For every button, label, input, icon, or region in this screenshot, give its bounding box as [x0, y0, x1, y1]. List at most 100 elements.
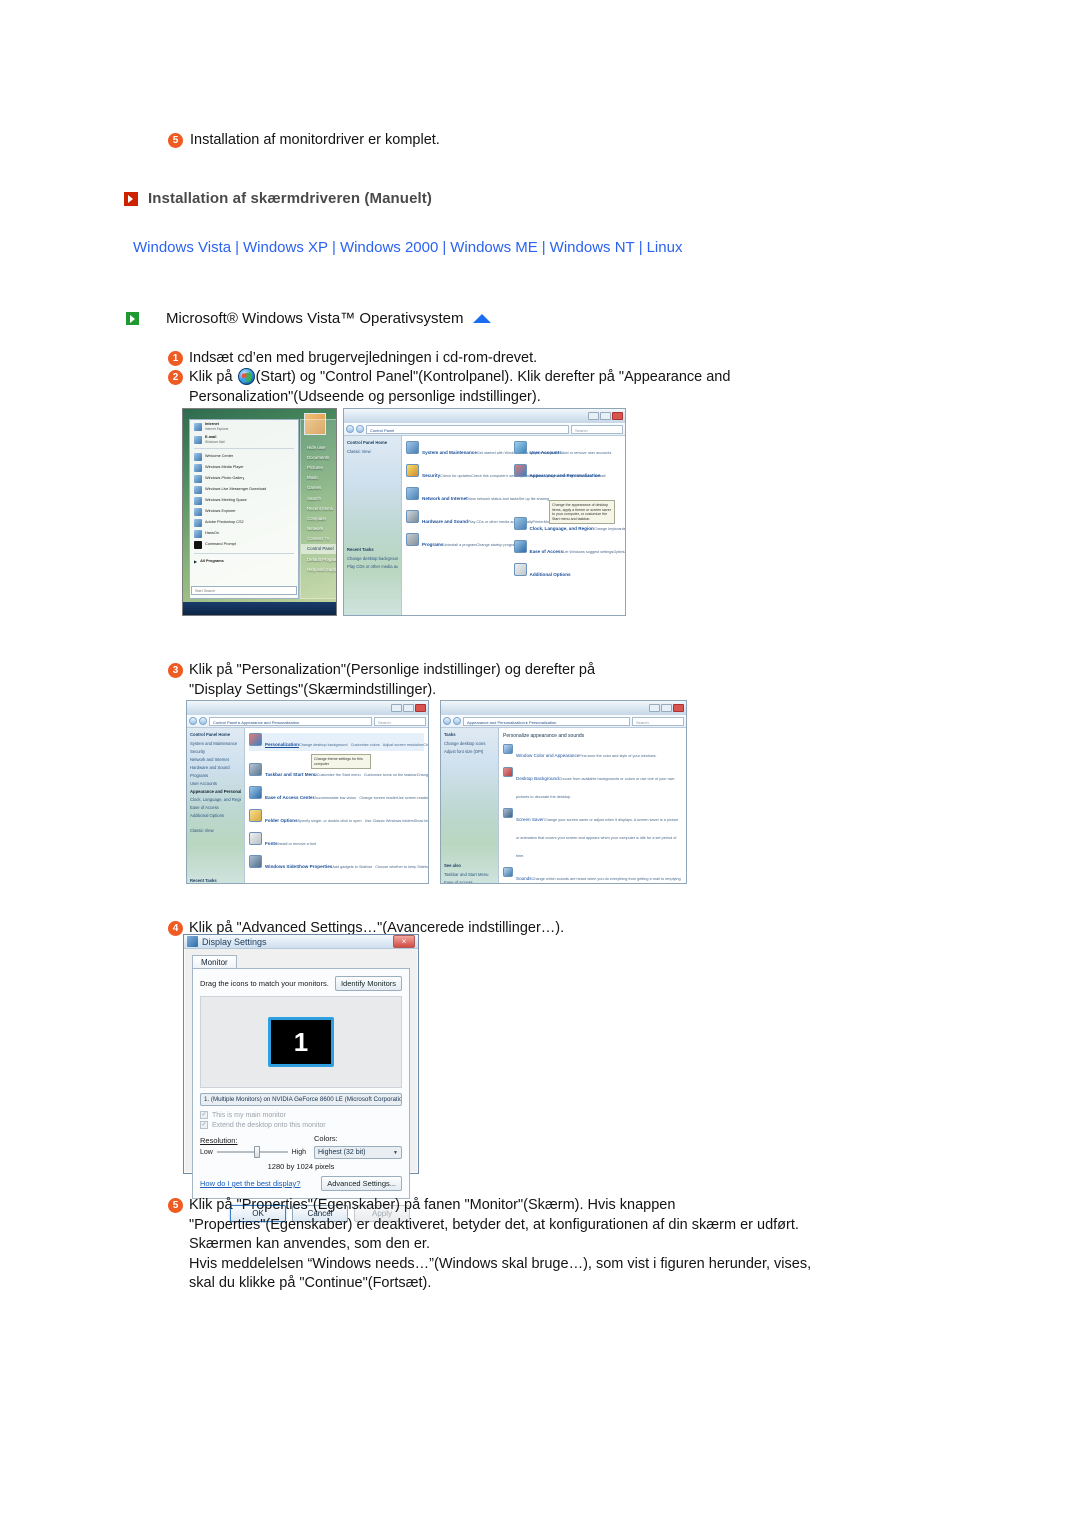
start-right-item-documents[interactable]: Documents: [301, 452, 336, 462]
start-right-item-network[interactable]: Network: [301, 524, 336, 534]
nav-item-clock-language-region[interactable]: Clock, Language, and Region: [190, 797, 241, 804]
back-button[interactable]: [443, 717, 451, 725]
category-personalization[interactable]: PersonalizationChange desktop background…: [249, 733, 428, 751]
breadcrumb[interactable]: Appearance and Personalization ▸ Persona…: [463, 716, 630, 726]
nav-item-network-and-internet[interactable]: Network and Internet: [190, 757, 241, 764]
os-nav-links[interactable]: Windows Vista | Windows XP | Windows 2000 | Wi…: [133, 239, 682, 256]
start-right-item-computer[interactable]: Computer: [301, 513, 336, 523]
close-button[interactable]: [415, 704, 426, 712]
task-adjust-font-size[interactable]: Adjust font size (DPI): [444, 749, 495, 756]
nav-item-classic-view[interactable]: Classic View: [347, 449, 398, 456]
forward-button[interactable]: [453, 717, 461, 725]
search-input[interactable]: Search: [632, 716, 684, 726]
display-adapter-select[interactable]: 1. (Multiple Monitors) on NVIDIA GeForce…: [200, 1093, 402, 1106]
identify-monitors-button[interactable]: Identify Monitors: [334, 976, 402, 991]
os-link-linux[interactable]: Linux: [647, 239, 683, 256]
personalization-item-sounds[interactable]: SoundsChange which sounds are heard when…: [503, 867, 682, 883]
task-change-desktop-icons[interactable]: Change desktop icons: [444, 741, 495, 748]
nav-item-ease-of-access[interactable]: Ease of Access: [190, 805, 241, 812]
maximize-button[interactable]: [403, 704, 414, 712]
start-menu-item[interactable]: Windows Meeting Space: [190, 495, 298, 506]
start-right-item-hide-user[interactable]: Hide user: [301, 442, 336, 452]
os-link-windows-me[interactable]: Windows ME: [450, 239, 538, 256]
search-input[interactable]: Search: [571, 424, 623, 434]
category-appearance-and-personalization[interactable]: Appearance and Personalization: [513, 464, 619, 482]
best-display-help-link[interactable]: How do I get the best display?: [200, 1179, 300, 1188]
category-user-accounts[interactable]: User AccountsAdd or remove user accounts: [513, 441, 619, 459]
personalization-item-desktop-background[interactable]: Desktop BackgroundChoose from available …: [503, 767, 682, 803]
category-ease-of-access-center[interactable]: Ease of Access CenterAccommodate low vis…: [249, 786, 428, 804]
close-icon[interactable]: ×: [393, 935, 415, 948]
checkbox-extend-desktop[interactable]: ✓ Extend the desktop onto this monitor: [200, 1121, 402, 1129]
slider-thumb[interactable]: [254, 1146, 261, 1158]
category-network-and-internet[interactable]: Network and InternetView network status …: [406, 487, 549, 505]
nav-item-user-accounts[interactable]: User Accounts: [190, 781, 241, 788]
back-button[interactable]: [189, 717, 197, 725]
breadcrumb[interactable]: Control Panel ▸ Appearance and Personali…: [209, 716, 372, 726]
monitor-1-thumbnail[interactable]: 1: [268, 1017, 334, 1067]
minimize-button[interactable]: [391, 704, 402, 712]
recent-task-item[interactable]: Play CDs or other media automatically: [347, 564, 398, 571]
recent-task-item[interactable]: Change desktop background: [347, 556, 398, 563]
nav-item-appearance-and-personalization[interactable]: Appearance and Personalization: [190, 789, 241, 796]
see-also-item[interactable]: Ease of Access: [444, 880, 495, 883]
start-menu-item[interactable]: HansOn: [190, 528, 298, 539]
see-also-item[interactable]: Taskbar and Start Menu: [444, 872, 495, 879]
search-input[interactable]: Search: [374, 716, 426, 726]
os-link-windows-vista[interactable]: Windows Vista: [133, 239, 231, 256]
os-link-windows-2000[interactable]: Windows 2000: [340, 239, 438, 256]
monitor-preview-area[interactable]: 1: [200, 996, 402, 1088]
start-menu-item[interactable]: Windows Explorer: [190, 506, 298, 517]
start-right-item-music[interactable]: Music: [301, 473, 336, 483]
start-menu-item[interactable]: Windows Media Player: [190, 462, 298, 473]
nav-item-security[interactable]: Security: [190, 749, 241, 756]
nav-item-hardware-and-sound[interactable]: Hardware and Sound: [190, 765, 241, 772]
start-search-input[interactable]: Start Search: [191, 586, 297, 595]
nav-item-system-and-maintenance[interactable]: System and Maintenance: [190, 741, 241, 748]
close-button[interactable]: [673, 704, 684, 712]
advanced-settings-button[interactable]: Advanced Settings...: [321, 1176, 402, 1191]
category-hardware-and-sound[interactable]: Hardware and SoundPlay CDs or other medi…: [406, 510, 555, 528]
nav-item-additional-options[interactable]: Additional Options: [190, 813, 241, 820]
start-right-item-connect-to[interactable]: Connect To: [301, 534, 336, 544]
category-programs[interactable]: ProgramsUninstall a programChange startu…: [406, 533, 519, 551]
start-menu-item[interactable]: Adobe Photoshop CS2: [190, 517, 298, 528]
resolution-slider[interactable]: Low High: [200, 1145, 306, 1159]
blue-up-triangle-icon[interactable]: [472, 314, 491, 323]
personalization-item-window-color[interactable]: Window Color and AppearanceFine-tune the…: [503, 744, 682, 762]
start-right-item-control-panel[interactable]: Control Panel: [301, 543, 336, 555]
colors-select[interactable]: Highest (32 bit) ▼: [314, 1146, 402, 1159]
os-link-windows-xp[interactable]: Windows XP: [243, 239, 328, 256]
category-system-and-maintenance[interactable]: System and MaintenanceGet started with W…: [406, 441, 559, 459]
personalization-item-screen-saver[interactable]: Screen SaverChange your screen saver or …: [503, 808, 682, 862]
nav-item-programs[interactable]: Programs: [190, 773, 241, 780]
start-menu-item[interactable]: Windows Live Messenger Download: [190, 484, 298, 495]
minimize-button[interactable]: [588, 412, 599, 420]
start-right-item-help-and-support[interactable]: Help and Support: [301, 564, 336, 574]
category-folder-options[interactable]: Folder OptionsSpecify single- or double-…: [249, 809, 428, 827]
category-windows-sideshow-properties[interactable]: Windows SideShow PropertiesAdd gadgets t…: [249, 855, 428, 873]
breadcrumb[interactable]: Control Panel: [366, 424, 569, 434]
forward-button[interactable]: [199, 717, 207, 725]
minimize-button[interactable]: [649, 704, 660, 712]
maximize-button[interactable]: [600, 412, 611, 420]
start-right-item-games[interactable]: Games: [301, 483, 336, 493]
start-menu-item[interactable]: E-mail Windows Mail: [190, 433, 298, 446]
nav-item-classic-view[interactable]: Classic View: [190, 828, 241, 835]
forward-button[interactable]: [356, 425, 364, 433]
category-fonts[interactable]: FontsInstall or remove a font: [249, 832, 424, 850]
category-additional-options[interactable]: Additional Options: [513, 563, 619, 581]
maximize-button[interactable]: [661, 704, 672, 712]
os-link-windows-nt[interactable]: Windows NT: [550, 239, 635, 256]
all-programs-button[interactable]: ▶ All Programs: [190, 557, 298, 565]
start-right-item-recent-items[interactable]: Recent Items: [301, 503, 336, 513]
close-button[interactable]: [612, 412, 623, 420]
tab-monitor[interactable]: Monitor: [192, 955, 237, 969]
start-right-item-search[interactable]: Search: [301, 493, 336, 503]
checkbox-main-monitor[interactable]: ✓ This is my main monitor: [200, 1111, 402, 1119]
category-security[interactable]: SecurityCheck for updatesCheck this comp…: [406, 464, 606, 482]
start-menu-item[interactable]: Command Prompt: [190, 539, 298, 550]
start-menu-item[interactable]: Welcome Center: [190, 451, 298, 462]
start-menu-item[interactable]: Windows Photo Gallery: [190, 473, 298, 484]
category-ease-of-access[interactable]: Ease of AccessLet Windows suggest settin…: [513, 540, 625, 558]
